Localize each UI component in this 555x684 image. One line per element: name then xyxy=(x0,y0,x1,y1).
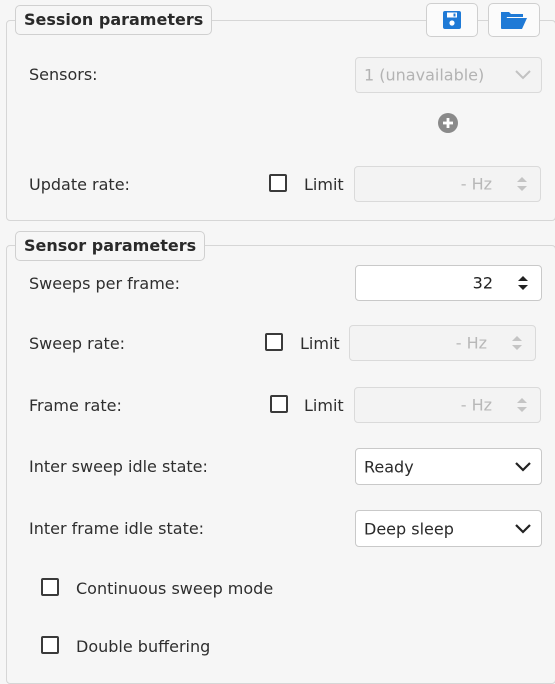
folder-open-icon xyxy=(501,12,527,29)
update-rate-spinbox[interactable]: - Hz xyxy=(354,166,541,202)
chevron-down-icon xyxy=(515,70,531,80)
sweeps-per-frame-label: Sweeps per frame: xyxy=(29,274,181,293)
save-icon xyxy=(443,11,461,29)
double-buffering-checkbox[interactable] xyxy=(41,636,59,654)
continuous-sweep-mode-checkbox[interactable] xyxy=(41,578,59,596)
update-rate-limit-label: Limit xyxy=(304,175,344,194)
frame-rate-limit-checkbox[interactable] xyxy=(270,395,288,413)
chevron-down-icon xyxy=(515,461,531,472)
open-button[interactable] xyxy=(488,3,540,37)
sweep-rate-value: - Hz xyxy=(455,333,487,353)
add-sensor-icon[interactable] xyxy=(438,113,458,133)
sweeps-per-frame-value: 32 xyxy=(472,273,493,293)
inter-frame-idle-state-label: Inter frame idle state: xyxy=(29,519,205,538)
sensors-label: Sensors: xyxy=(29,65,98,84)
spin-arrows-icon xyxy=(512,336,522,350)
spin-arrows-icon xyxy=(517,398,527,412)
sweep-rate-label: Sweep rate: xyxy=(29,334,126,353)
sweep-rate-spinbox[interactable]: - Hz xyxy=(349,325,536,361)
sweep-rate-limit-label: Limit xyxy=(300,334,340,353)
inter-frame-idle-state-select[interactable]: Deep sleep xyxy=(355,510,542,547)
frame-rate-label: Frame rate: xyxy=(29,396,122,415)
inter-frame-idle-state-value: Deep sleep xyxy=(364,519,454,538)
chevron-down-icon xyxy=(515,523,531,534)
inter-sweep-idle-state-select[interactable]: Ready xyxy=(355,448,542,485)
double-buffering-label: Double buffering xyxy=(76,637,211,656)
frame-rate-value: - Hz xyxy=(460,395,492,415)
update-rate-label: Update rate: xyxy=(29,175,130,194)
inter-sweep-idle-state-value: Ready xyxy=(364,457,414,476)
continuous-sweep-mode-label: Continuous sweep mode xyxy=(76,579,274,598)
spin-arrows-icon xyxy=(517,177,527,191)
update-rate-limit-checkbox[interactable] xyxy=(269,174,287,192)
sensor-parameters-title: Sensor parameters xyxy=(15,231,206,261)
session-parameters-title: Session parameters xyxy=(15,5,213,35)
sensors-select[interactable]: 1 (unavailable) xyxy=(355,57,542,93)
frame-rate-limit-label: Limit xyxy=(304,396,344,415)
inter-sweep-idle-state-label: Inter sweep idle state: xyxy=(29,457,208,476)
save-button[interactable] xyxy=(426,3,478,37)
sweep-rate-limit-checkbox[interactable] xyxy=(265,333,283,351)
frame-rate-spinbox[interactable]: - Hz xyxy=(354,387,541,423)
sensors-value: 1 (unavailable) xyxy=(364,65,485,85)
spin-arrows-icon xyxy=(518,276,528,290)
update-rate-value: - Hz xyxy=(460,174,492,194)
sweeps-per-frame-spinbox[interactable]: 32 xyxy=(355,265,542,301)
